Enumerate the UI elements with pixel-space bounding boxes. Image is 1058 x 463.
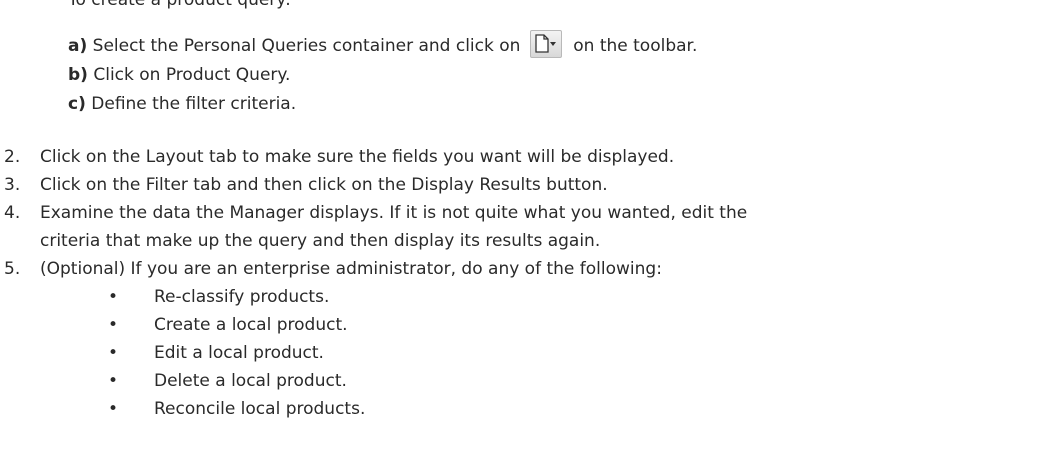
- step-number: 3.: [4, 175, 21, 195]
- bullet-text: Delete a local product.: [154, 371, 347, 391]
- substep-text-after: on the toolbar.: [573, 36, 698, 56]
- bullet-dot: •: [108, 315, 119, 335]
- substep-text: Click on Product Query.: [93, 65, 291, 85]
- bullet-text: Reconcile local products.: [154, 399, 366, 419]
- step-4-continuation: criteria that make up the query and then…: [40, 231, 601, 251]
- substep-letter: b): [68, 65, 88, 85]
- substep-c: c) Define the filter criteria.: [68, 93, 296, 115]
- bullet-dot: •: [108, 371, 119, 391]
- step-text: Examine the data the Manager displays. I…: [40, 203, 748, 223]
- substep-a: a) Select the Personal Queries container…: [68, 30, 697, 58]
- substep-text: Define the filter criteria.: [91, 94, 297, 114]
- cut-off-line: To create a product query:: [68, 0, 291, 10]
- step-number: 5.: [4, 259, 21, 279]
- bullet-dot: •: [108, 343, 119, 363]
- step-number: 2.: [4, 147, 21, 167]
- substep-letter: a): [68, 36, 88, 56]
- bullet-dot: •: [108, 287, 119, 307]
- step-number: 4.: [4, 203, 21, 223]
- bullet-dot: •: [108, 399, 119, 419]
- step-text: (Optional) If you are an enterprise admi…: [40, 259, 662, 279]
- bullet-text: Edit a local product.: [154, 343, 324, 363]
- bullet-text: Re-classify products.: [154, 287, 330, 307]
- new-document-dropdown-icon: [529, 30, 562, 58]
- step-text: Click on the Layout tab to make sure the…: [40, 147, 675, 167]
- substep-b: b) Click on Product Query.: [68, 64, 290, 86]
- step-text: Click on the Filter tab and then click o…: [40, 175, 608, 195]
- bullet-text: Create a local product.: [154, 315, 348, 335]
- substep-text: Select the Personal Queries container an…: [92, 36, 521, 56]
- substep-letter: c): [68, 94, 86, 114]
